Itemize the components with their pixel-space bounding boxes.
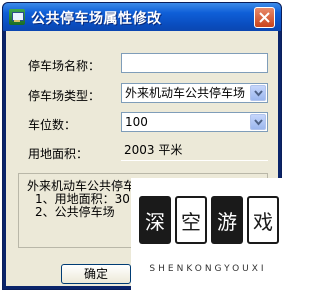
spaces-label: 车位数： <box>28 118 77 132</box>
spaces-select-value: 100 <box>125 115 148 129</box>
app-icon <box>9 9 25 25</box>
watermark-seal-2: 空 <box>175 196 207 244</box>
area-value: 2003 平米 <box>121 141 268 161</box>
name-label: 停车场名称： <box>28 59 101 73</box>
type-label: 停车场类型： <box>28 89 101 103</box>
close-button[interactable] <box>254 7 275 28</box>
area-label: 用地面积： <box>28 147 89 161</box>
chevron-down-icon <box>254 119 263 126</box>
window-title: 公共停车场属性修改 <box>31 11 162 27</box>
watermark-seal-1: 深 <box>139 196 171 244</box>
watermark-seal-3: 游 <box>211 196 243 244</box>
title-bar[interactable]: 公共停车场属性修改 <box>3 3 281 31</box>
standard-line-2: 2、公共停车场 <box>35 205 115 219</box>
spaces-dropdown-button[interactable] <box>250 114 266 130</box>
type-dropdown-button[interactable] <box>250 85 266 101</box>
watermark-seal-4: 戏 <box>247 196 279 244</box>
watermark-text: SHENKONGYOUXI <box>149 264 267 274</box>
type-select[interactable]: 外来机动车公共停车场 <box>121 83 268 103</box>
name-field[interactable] <box>121 53 268 73</box>
chevron-down-icon <box>254 90 263 97</box>
ok-button[interactable]: 确定 <box>61 264 131 284</box>
spaces-select[interactable]: 100 <box>121 112 268 132</box>
close-icon <box>259 12 270 23</box>
type-select-value: 外来机动车公共停车场 <box>125 86 246 100</box>
watermark-logo: 深 空 游 戏 SHENKONGYOUXI <box>131 178 285 293</box>
